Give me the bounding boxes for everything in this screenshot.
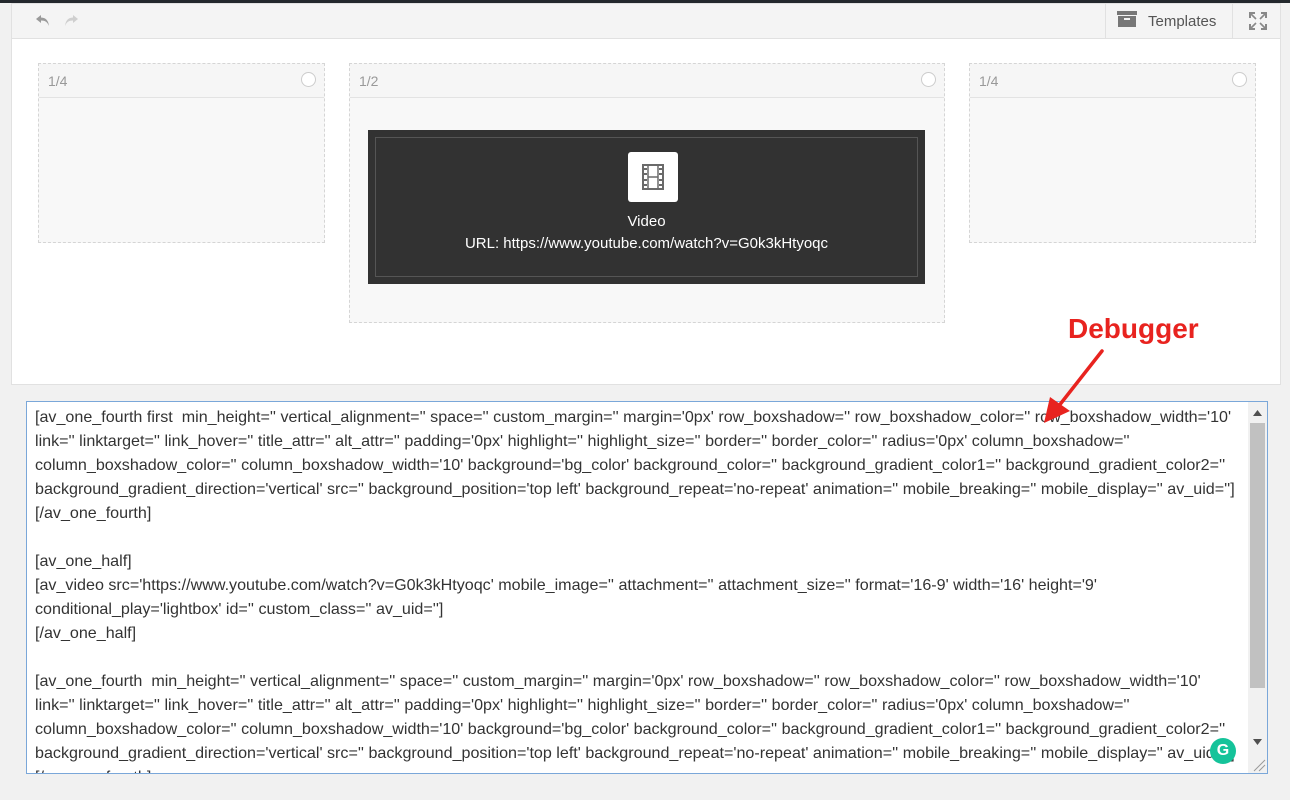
column-select-circle[interactable] [1232, 72, 1247, 87]
film-icon [628, 152, 678, 202]
archive-box-icon [1116, 10, 1138, 32]
column-one-half[interactable]: 1/2 Video URL: https://www.youtube.com/w… [349, 63, 945, 323]
scroll-up-arrow-icon[interactable] [1248, 404, 1267, 422]
scroll-down-arrow-icon[interactable] [1248, 733, 1267, 751]
expand-icon[interactable] [1248, 11, 1268, 31]
undo-icon[interactable] [32, 10, 54, 32]
column-header: 1/4 [39, 64, 324, 98]
textarea-scrollbar[interactable] [1248, 402, 1267, 773]
templates-label: Templates [1148, 12, 1217, 30]
grammarly-icon[interactable]: G [1210, 738, 1236, 764]
builder-toolbar: Templates [11, 3, 1281, 39]
annotation-arrow-icon [1044, 349, 1104, 423]
video-element[interactable]: Video URL: https://www.youtube.com/watch… [368, 130, 925, 284]
templates-button[interactable]: Templates [1105, 4, 1233, 38]
column-header: 1/2 [350, 64, 944, 98]
column-header: 1/4 [970, 64, 1255, 98]
redo-icon[interactable] [60, 10, 82, 32]
video-element-title: Video [627, 213, 666, 230]
debugger-shortcode-text[interactable]: [av_one_fourth first min_height='' verti… [35, 405, 1240, 773]
video-element-url: URL: https://www.youtube.com/watch?v=G0k… [464, 235, 829, 252]
column-one-fourth-left[interactable]: 1/4 [38, 63, 325, 243]
column-select-circle[interactable] [301, 72, 316, 87]
scrollbar-thumb[interactable] [1250, 423, 1265, 688]
column-one-fourth-right[interactable]: 1/4 [969, 63, 1256, 243]
video-element-frame: Video URL: https://www.youtube.com/watch… [375, 137, 918, 277]
debugger-annotation-label: Debugger [1068, 313, 1199, 344]
column-size-label: 1/4 [48, 73, 68, 89]
column-select-circle[interactable] [921, 72, 936, 87]
column-size-label: 1/4 [979, 73, 999, 89]
resize-grip-icon[interactable] [1251, 757, 1266, 772]
column-size-label: 1/2 [359, 73, 379, 89]
debugger-textarea[interactable]: [av_one_fourth first min_height='' verti… [26, 401, 1268, 774]
